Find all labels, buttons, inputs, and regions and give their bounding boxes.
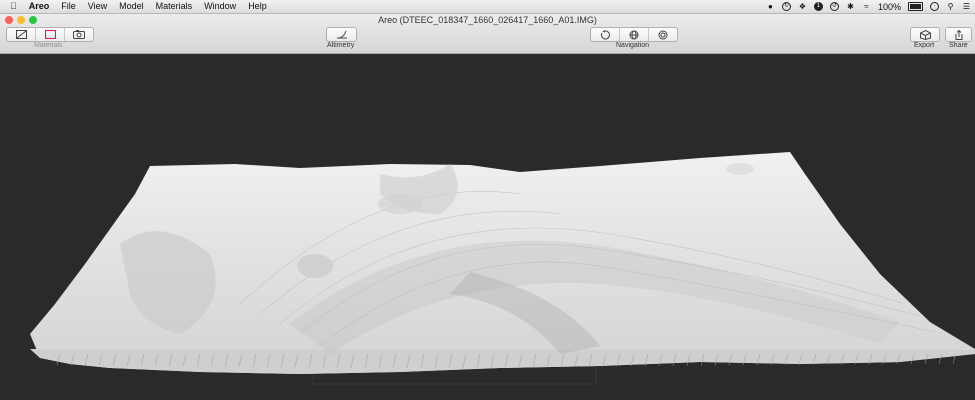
camera-icon [73,30,85,39]
menu-materials[interactable]: Materials [150,0,199,13]
1password-icon[interactable]: 1 [813,2,823,11]
materials-segmented-control [6,27,94,42]
dropbox-icon[interactable]: ❖ [798,2,807,11]
material-shaded-button[interactable] [7,28,36,41]
export-button[interactable] [910,27,940,42]
window-titlebar: Areo (DTEEC_018347_1660_026417_1660_A01.… [0,14,975,54]
notification-center-icon[interactable]: ☰ [962,2,971,11]
terrain-render [30,152,975,385]
share-icon [955,29,962,40]
spotlight-icon[interactable]: ⚲ [946,2,955,11]
reset-view-button[interactable] [591,28,620,41]
menu-window[interactable]: Window [198,0,242,13]
materials-label: Materials [34,42,63,49]
menu-model[interactable]: Model [113,0,150,13]
window-title: Areo (DTEEC_018347_1660_026417_1660_A01.… [378,15,597,25]
menu-bar:  Areo File View Model Materials Window … [0,0,975,14]
terrain-viewport[interactable] [0,54,975,400]
altimetry-curve-icon [336,30,347,39]
status-area: ● ↻ ❖ 1 ↺ ✱ ≈ 100% · ⚲ ☰ [766,0,971,13]
sync-icon[interactable]: ↻ [781,2,791,11]
orbit-view-button[interactable] [620,28,649,41]
rotate-icon [601,29,610,39]
box-icon [919,29,931,40]
menu-app[interactable]: Areo [23,0,56,13]
navigation-segmented-control [590,27,678,42]
shaded-square-icon [15,30,27,39]
account-icon[interactable]: ● [766,2,775,11]
altimetry-button[interactable] [326,27,357,42]
wifi-icon[interactable]: ≈ [862,2,871,11]
battery-icon[interactable] [908,2,923,11]
material-color-button[interactable] [36,28,65,41]
fly-view-button[interactable] [649,28,677,41]
material-photo-button[interactable] [65,28,93,41]
navigation-label: Navigation [616,42,650,49]
bluetooth-icon[interactable]: ✱ [846,2,855,11]
share-label: Share [949,42,968,49]
menu-view[interactable]: View [82,0,113,13]
globe-icon [629,30,639,39]
share-button[interactable] [945,27,972,42]
color-square-icon [44,30,56,39]
battery-percent: 100% [877,1,901,12]
export-label: Export [914,42,935,49]
altimetry-label: Altimetry [327,42,355,49]
time-machine-icon[interactable]: ↺ [829,2,839,11]
apple-menu-icon[interactable]:  [0,0,23,13]
menu-help[interactable]: Help [242,0,273,13]
menu-file[interactable]: File [55,0,82,13]
target-icon [658,30,668,39]
clock-icon[interactable]: · [930,2,939,11]
